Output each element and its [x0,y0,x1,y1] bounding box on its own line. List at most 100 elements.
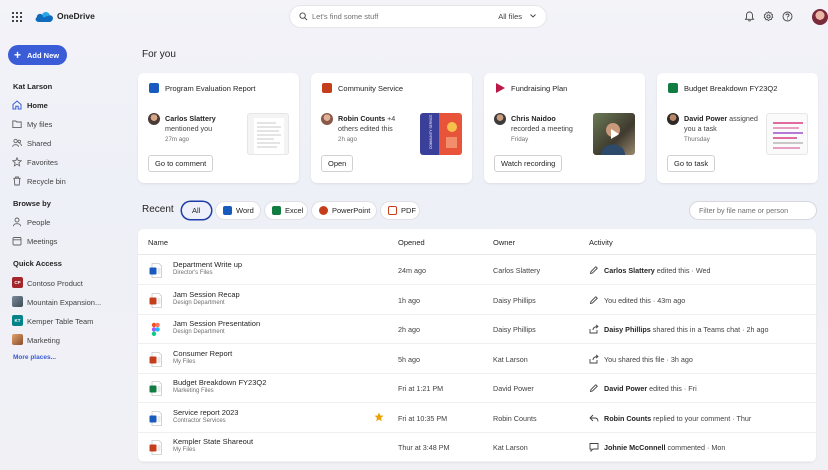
for-you-card[interactable]: Program Evaluation Report Carlos Slatter… [138,73,299,183]
sidebar-item-recycle-bin[interactable]: Recycle bin [8,172,128,189]
calendar-icon [12,237,22,246]
sidebar-item-shared[interactable]: Shared [8,134,128,151]
file-location: Marketing Files [173,388,214,394]
file-name[interactable]: Kempler State Shareout [173,437,253,446]
more-places-link[interactable]: More places... [13,354,56,361]
gear-icon[interactable] [763,11,774,22]
file-name[interactable]: Budget Breakdown FY23Q2 [173,378,266,387]
bell-icon[interactable] [744,11,755,22]
column-header-owner[interactable]: Owner [493,238,515,247]
owner-name: David Power [493,384,534,393]
opened-time: 5h ago [398,354,420,364]
for-you-card[interactable]: Fundraising Plan Chris Naidoo recorded a … [484,73,645,183]
filter-chip-all[interactable]: All [182,202,211,219]
card-activity: Robin Counts +4 others edited this [338,114,396,133]
table-row[interactable]: Kempler State Shareout My Files Thur at 3:… [138,432,816,462]
account-avatar[interactable] [812,9,828,25]
quick-access-mountain[interactable]: Mountain Expansion... [8,293,128,310]
card-title[interactable]: Fundraising Plan [511,84,567,93]
activity-text: Robin Counts replied to your comment · T… [604,413,752,423]
owner-name: Daisy Phillips [493,295,536,305]
pencil-icon [589,384,598,393]
recent-files-table: Name Opened Owner Activity Department Wr… [138,229,816,462]
sidebar-item-people[interactable]: People [8,213,128,230]
file-name[interactable]: Jam Session Presentation [173,319,260,328]
table-row[interactable]: Jam Session Presentation Design Departmen… [138,314,816,344]
card-activity: David Power assigned you a task [684,114,758,133]
owner-name: Carlos Slattery [493,266,541,275]
table-row[interactable]: Department Write up Director's Files 24m a… [138,255,816,285]
table-row[interactable]: Budget Breakdown FY23Q2 Marketing Files Fr… [138,373,816,403]
quick-access-kemper[interactable]: KT Kemper Table Team [8,312,128,329]
opened-time: Fri at 10:35 PM [398,413,448,423]
share-icon [589,353,599,363]
file-location: My Files [173,447,196,453]
top-bar: OneDrive Let's find some stuff All files [0,0,828,34]
file-name[interactable]: Consumer Report [173,349,232,358]
sidebar-item-meetings[interactable]: Meetings [8,232,128,249]
go-to-task-button[interactable]: Go to task [667,155,716,172]
thumbnail-text: COMMUNITY SERVICE [429,115,433,149]
sidebar-item-my-files[interactable]: My files [8,115,128,132]
activity-text: David Power edited this · Fri [604,384,697,393]
table-row[interactable]: Consumer Report My Files 5h ago Kat Larson Y… [138,344,816,374]
chevron-down-icon[interactable] [530,14,536,18]
filter-placeholder[interactable]: Filter by file name or person [699,206,788,215]
file-name[interactable]: Service report 2023 [173,408,238,417]
card-time: Friday [511,136,529,143]
video-thumbnail[interactable] [593,113,635,155]
avatar [667,113,679,125]
favorite-star-icon[interactable] [374,412,384,422]
sidebar-item-label: Home [27,101,48,110]
search-scope-dropdown[interactable]: All files [498,12,522,21]
recent-heading: Recent [142,204,174,215]
for-you-card[interactable]: Budget Breakdown FY23Q2 David Power assi… [657,73,818,183]
site-thumbnail-icon [12,334,23,345]
powerpoint-file-icon [149,440,162,455]
search-placeholder[interactable]: Let's find some stuff [312,12,378,21]
app-launcher-icon[interactable] [12,12,22,22]
search-box[interactable]: Let's find some stuff All files [290,6,546,27]
help-icon[interactable] [782,11,793,22]
filter-chip-word[interactable]: Word [216,202,260,219]
filter-chip-powerpoint[interactable]: PowerPoint [312,202,376,219]
card-title[interactable]: Program Evaluation Report [165,84,255,93]
add-new-button[interactable]: + Add New [8,45,67,65]
owner-name: Daisy Phillips [493,325,536,334]
column-header-opened[interactable]: Opened [398,238,425,247]
filter-chip-pdf[interactable]: PDF [381,202,419,219]
watch-recording-button[interactable]: Watch recording [494,155,563,172]
go-to-comment-button[interactable]: Go to comment [148,155,214,172]
file-name[interactable]: Jam Session Recap [173,290,240,299]
activity-text: Johnie McConnell commented · Mon [604,443,726,452]
table-row[interactable]: Jam Session Recap Design Department 1h ago… [138,285,816,315]
word-icon [223,206,232,215]
for-you-card[interactable]: Community Service Robin Counts +4 others … [311,73,472,183]
open-button[interactable]: Open [321,155,354,172]
quick-access-contoso[interactable]: CP Contoso Product [8,274,128,291]
excel-icon [668,83,678,93]
word-icon [149,83,159,93]
sidebar-item-home[interactable]: Home [8,96,128,113]
card-title[interactable]: Community Service [338,84,403,93]
person-icon [12,217,22,227]
filter-input[interactable]: Filter by file name or person [690,202,816,219]
activity-text: You shared this file · 3h ago [604,354,693,364]
column-header-activity[interactable]: Activity [589,238,613,247]
sidebar-item-favorites[interactable]: Favorites [8,153,128,170]
filter-chip-excel[interactable]: Excel [265,202,307,219]
browse-by-heading: Browse by [13,199,51,208]
site-thumbnail-icon [12,296,23,307]
sidebar-item-label: Shared [27,139,52,148]
card-title[interactable]: Budget Breakdown FY23Q2 [684,84,777,93]
file-location: Director's Files [173,270,213,276]
user-name: Kat Larson [13,82,53,91]
card-activity: Chris Naidoo recorded a meeting [511,114,573,133]
stream-icon [496,83,505,93]
file-name[interactable]: Department Write up [173,260,242,269]
column-header-name[interactable]: Name [148,238,168,247]
owner-name: Kat Larson [493,443,528,452]
table-row[interactable]: Service report 2023 Contractor Services Fr… [138,403,816,433]
quick-access-marketing[interactable]: Marketing [8,331,128,348]
add-new-label: Add New [27,51,60,60]
